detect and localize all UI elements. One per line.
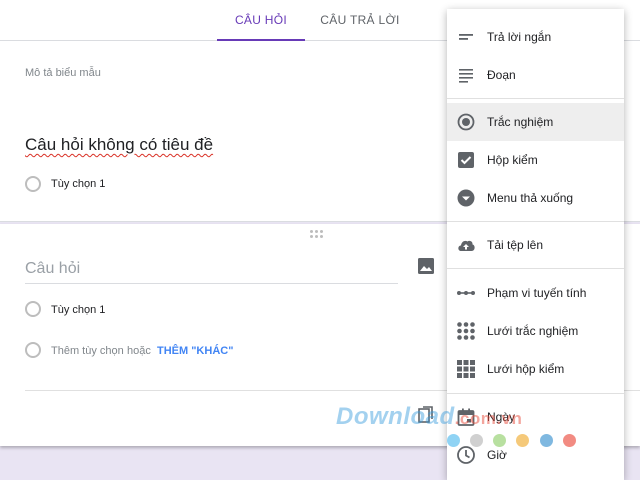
- palette-swatch[interactable]: [493, 434, 506, 447]
- palette-swatch[interactable]: [447, 434, 460, 447]
- question-input[interactable]: Câu hỏi: [25, 258, 398, 284]
- add-image-icon[interactable]: [416, 256, 436, 276]
- palette-swatch[interactable]: [470, 434, 483, 447]
- watermark-logo: Download.com.vn: [336, 403, 523, 430]
- tab-responses[interactable]: CÂU TRẢ LỜI: [315, 0, 405, 41]
- paragraph-icon: [456, 65, 476, 85]
- dropdown-icon: [456, 188, 476, 208]
- menu-item-checkboxes[interactable]: Hộp kiểm: [447, 141, 624, 179]
- menu-item-checkbox-grid[interactable]: Lưới hộp kiểm: [447, 350, 624, 388]
- add-option-link[interactable]: Thêm tùy chọn: [51, 345, 124, 357]
- radio-add-option-icon: [25, 342, 41, 358]
- menu-divider: [447, 221, 624, 222]
- cloud-upload-icon: [456, 235, 476, 255]
- add-other-link[interactable]: THÊM "KHÁC": [157, 345, 233, 357]
- question-title[interactable]: Câu hỏi không có tiêu đề: [25, 135, 213, 155]
- palette-swatch[interactable]: [540, 434, 553, 447]
- grid-dots-icon: [456, 321, 476, 341]
- menu-item-dropdown[interactable]: Menu thả xuống: [447, 179, 624, 217]
- or-text: hoặc: [127, 345, 151, 357]
- checkbox-icon: [456, 150, 476, 170]
- drag-handle-icon[interactable]: [309, 230, 325, 238]
- radio-option-icon: [25, 176, 41, 192]
- menu-item-short-answer[interactable]: Trả lời ngắn: [447, 18, 624, 56]
- palette-swatch[interactable]: [516, 434, 529, 447]
- linear-scale-icon: [456, 283, 476, 303]
- menu-item-file-upload[interactable]: Tải tệp lên: [447, 226, 624, 264]
- menu-item-multiple-choice[interactable]: Trắc nghiệm: [447, 103, 624, 141]
- menu-item-linear-scale[interactable]: Phạm vi tuyến tính: [447, 274, 624, 312]
- menu-item-paragraph[interactable]: Đoạn: [447, 56, 624, 94]
- tab-questions[interactable]: CÂU HỎI: [217, 0, 305, 41]
- form-description[interactable]: Mô tả biểu mẫu: [25, 67, 101, 79]
- option-1-label[interactable]: Tùy chọn 1: [51, 304, 105, 316]
- radio-button-icon: [456, 112, 476, 132]
- menu-divider: [447, 393, 624, 394]
- grid-squares-icon: [456, 359, 476, 379]
- short-answer-icon: [456, 27, 476, 47]
- palette-swatch[interactable]: [563, 434, 576, 447]
- menu-divider: [447, 98, 624, 99]
- menu-item-multiple-choice-grid[interactable]: Lưới trắc nghiệm: [447, 312, 624, 350]
- option-1-label[interactable]: Tùy chọn 1: [51, 178, 105, 190]
- menu-divider: [447, 268, 624, 269]
- color-palette: [447, 434, 577, 450]
- radio-option-icon: [25, 301, 41, 317]
